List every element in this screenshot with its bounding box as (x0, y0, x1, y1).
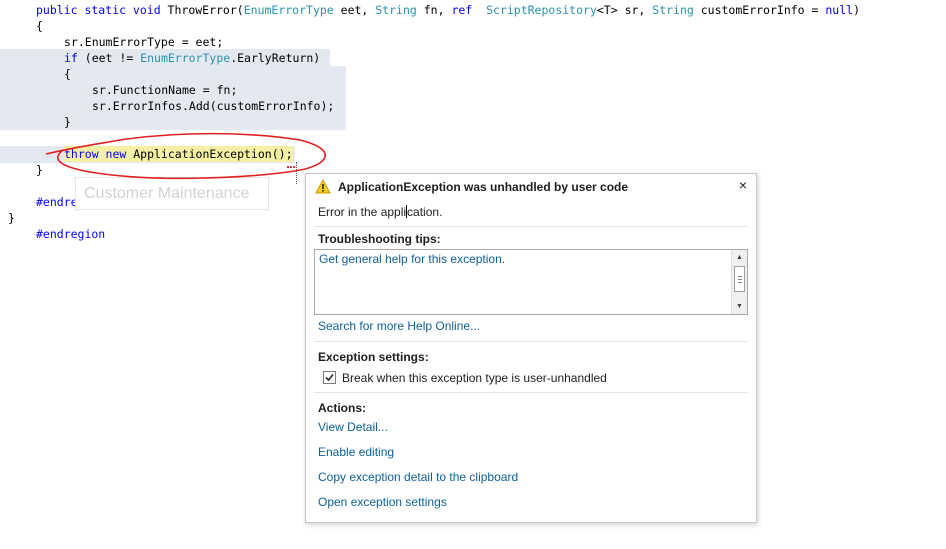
exception-settings-header: Exception settings: (318, 350, 429, 364)
tips-box: Get general help for this exception. ▲ ▼ (314, 249, 748, 315)
view-detail-link[interactable]: View Detail... (318, 420, 388, 434)
warning-icon (315, 179, 331, 194)
open-exception-settings-link[interactable]: Open exception settings (318, 495, 447, 509)
error-squiggle (287, 162, 295, 168)
enable-editing-link[interactable]: Enable editing (318, 445, 394, 459)
tips-header: Troubleshooting tips: (318, 232, 441, 246)
divider (314, 341, 748, 342)
exception-message: Error in the application. (318, 205, 443, 219)
break-checkbox-label[interactable]: Break when this exception type is user-u… (342, 371, 607, 385)
popup-header: ApplicationException was unhandled by us… (306, 174, 756, 200)
checkmark-icon (325, 373, 334, 382)
exception-popup: ApplicationException was unhandled by us… (305, 173, 757, 523)
actions-header: Actions: (318, 401, 366, 415)
copy-exception-link[interactable]: Copy exception detail to the clipboard (318, 470, 518, 484)
scroll-thumb[interactable] (734, 266, 745, 292)
close-icon[interactable]: × (736, 178, 750, 192)
divider (314, 226, 748, 227)
general-help-link[interactable]: Get general help for this exception. (319, 252, 505, 266)
break-checkbox[interactable] (323, 371, 336, 384)
scroll-up-icon[interactable]: ▲ (732, 252, 747, 264)
search-help-link[interactable]: Search for more Help Online... (318, 319, 480, 333)
scroll-down-icon[interactable]: ▼ (732, 301, 747, 313)
tips-scrollbar[interactable]: ▲ ▼ (731, 250, 747, 314)
divider (314, 392, 748, 393)
popup-title: ApplicationException was unhandled by us… (338, 180, 629, 194)
